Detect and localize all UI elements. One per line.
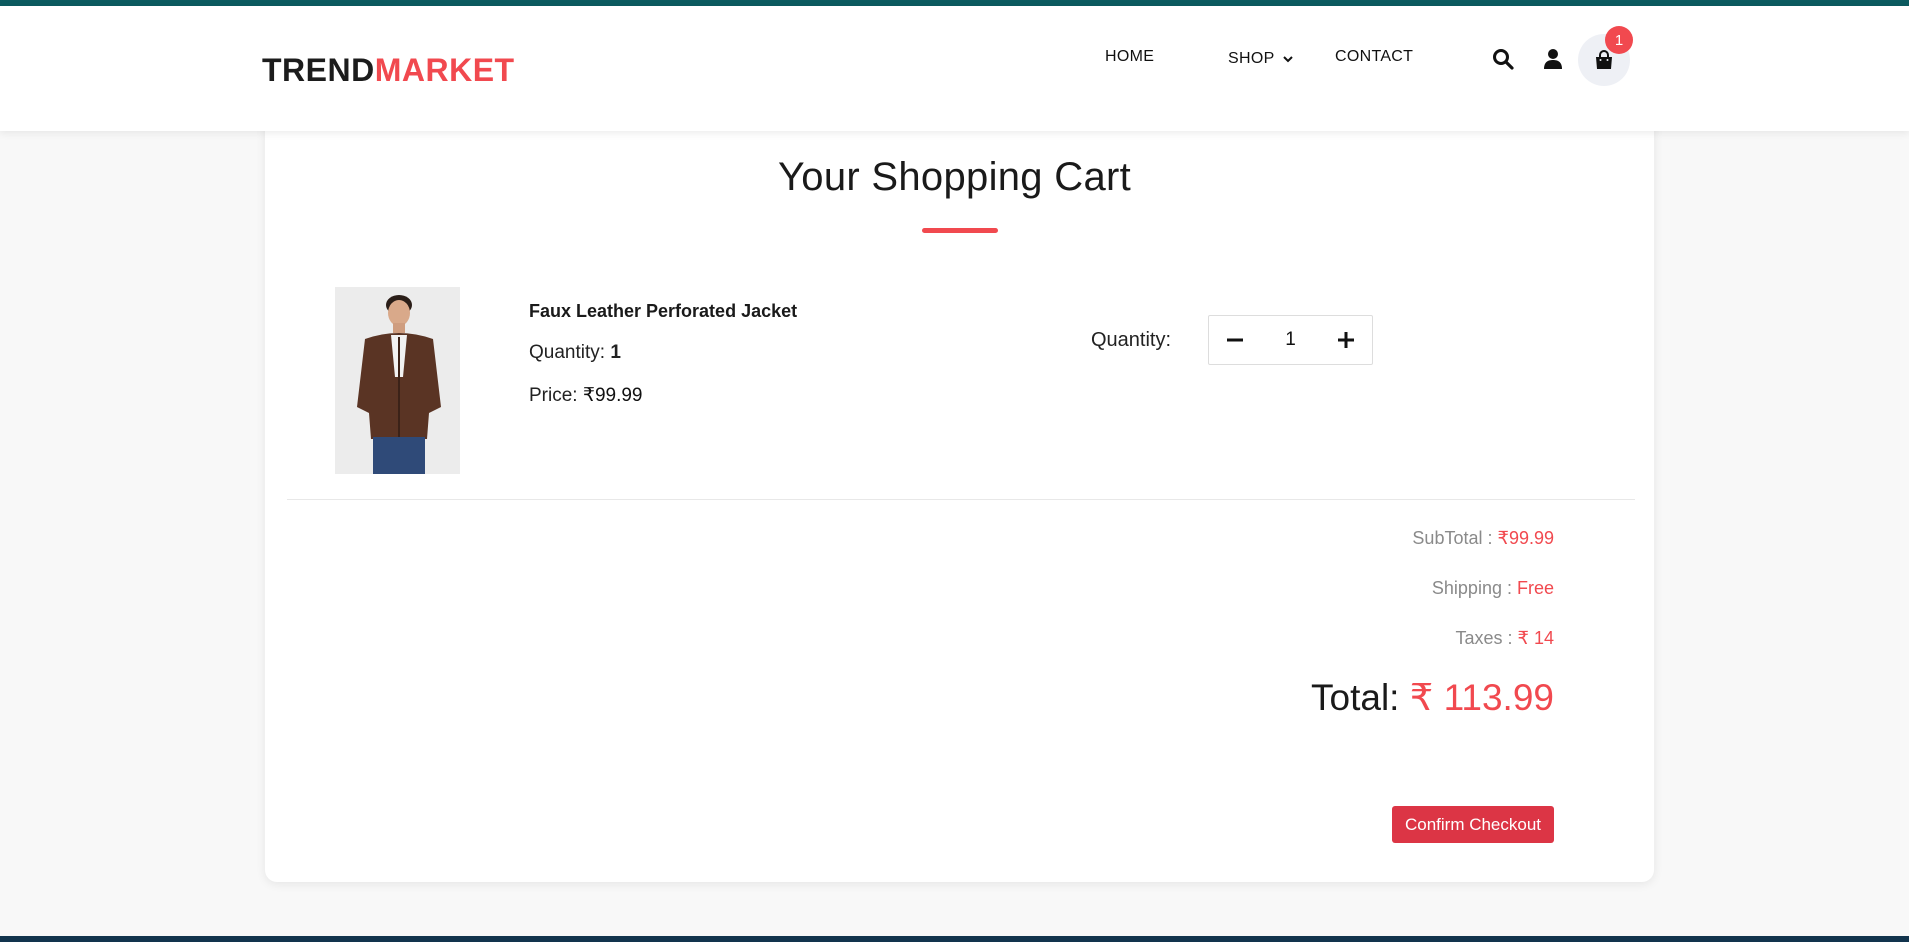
shipping-label: Shipping : [1431, 578, 1512, 598]
search-button[interactable] [1490, 46, 1516, 72]
nav-shop-dropdown[interactable]: SHOP [1228, 50, 1293, 68]
product-price-value: ₹99.99 [582, 385, 643, 406]
site-header: TRENDMARKET HOME SHOP CONTACT 1 [0, 6, 1909, 131]
shopping-bag-icon [1596, 50, 1612, 69]
chevron-down-icon [1283, 56, 1293, 63]
product-quantity-label: Quantity: [529, 342, 606, 363]
subtotal-label: SubTotal : [1412, 528, 1493, 548]
total-row: Total: ₹ 113.99 [1311, 676, 1554, 719]
nav-shop-label: SHOP [1228, 50, 1275, 67]
cart-card [265, 110, 1654, 882]
taxes-label: Taxes : [1455, 628, 1513, 648]
jacket-photo [335, 287, 460, 474]
minus-icon [1227, 338, 1243, 342]
product-quantity-value: 1 [610, 342, 621, 363]
page-title: Your Shopping Cart [777, 155, 1132, 199]
search-icon [1493, 49, 1514, 70]
cart-divider [287, 499, 1635, 500]
total-label: Total: [1311, 677, 1400, 718]
shipping-value: Free [1516, 578, 1554, 598]
title-underline [922, 228, 998, 233]
shipping-row: Shipping : Free [1432, 578, 1554, 599]
product-name[interactable]: Faux Leather Perforated Jacket [529, 301, 797, 322]
product-quantity: Quantity: 1 [529, 342, 621, 364]
increase-quantity-button[interactable] [1320, 316, 1372, 364]
brand-logo-part2: MARKET [374, 52, 515, 88]
subtotal-row: SubTotal : ₹99.99 [1412, 528, 1554, 549]
user-icon [1544, 49, 1562, 69]
account-button[interactable] [1540, 46, 1566, 72]
nav-contact-link[interactable]: CONTACT [1335, 48, 1413, 66]
cart-count-badge: 1 [1605, 26, 1633, 54]
quantity-stepper-label: Quantity: [1091, 329, 1172, 351]
product-image [335, 287, 460, 474]
confirm-checkout-button[interactable]: Confirm Checkout [1392, 806, 1554, 843]
decrease-quantity-button[interactable] [1209, 316, 1261, 364]
product-price-label: Price: [529, 385, 578, 406]
quantity-value[interactable]: 1 [1261, 329, 1320, 351]
product-price: Price: ₹99.99 [529, 384, 643, 407]
subtotal-value: ₹99.99 [1497, 528, 1555, 548]
brand-logo[interactable]: TRENDMARKET [262, 52, 515, 89]
plus-icon [1338, 332, 1354, 348]
taxes-value: ₹ 14 [1517, 628, 1554, 648]
total-value: ₹ 113.99 [1409, 677, 1554, 718]
nav-home-link[interactable]: HOME [1105, 48, 1154, 66]
brand-logo-part1: TREND [262, 52, 375, 88]
taxes-row: Taxes : ₹ 14 [1455, 628, 1554, 649]
footer-stripe [0, 936, 1909, 942]
quantity-stepper: 1 [1208, 315, 1373, 365]
